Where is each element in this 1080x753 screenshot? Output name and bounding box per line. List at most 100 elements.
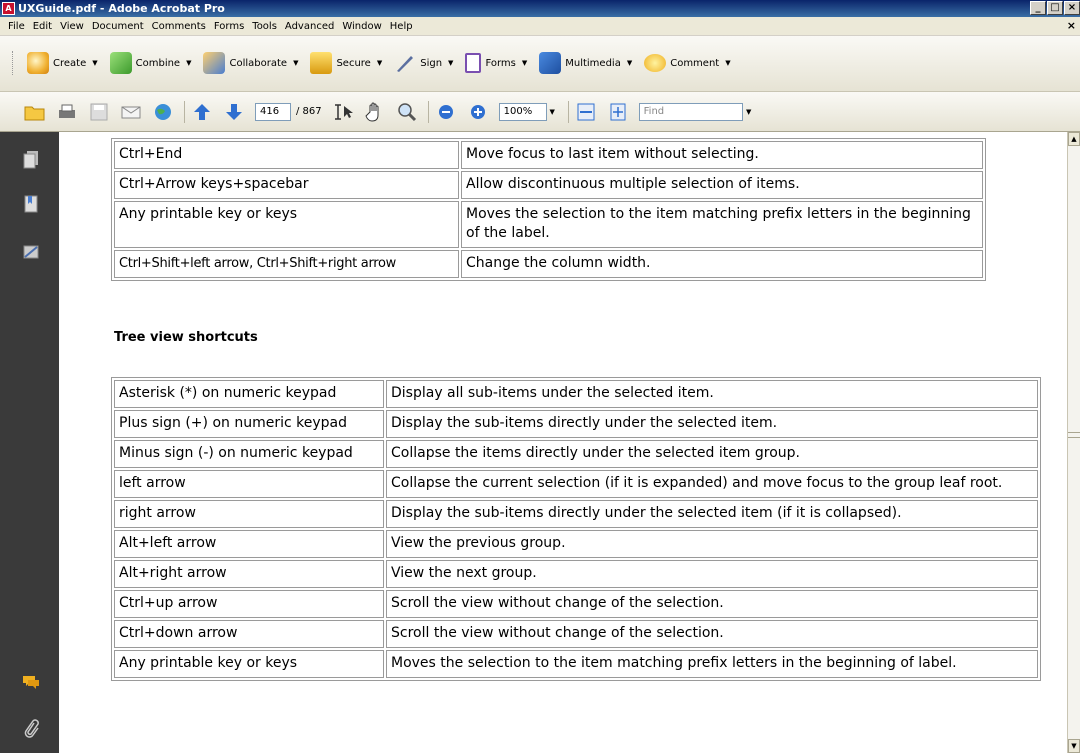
page-total-label: / 867	[296, 106, 322, 117]
page-number-input[interactable]: 416	[255, 102, 291, 121]
find-dropdown-icon[interactable]: ▼	[743, 108, 755, 116]
open-folder-icon[interactable]	[24, 102, 46, 122]
combine-icon	[109, 52, 132, 74]
menu-forms[interactable]: Forms	[210, 21, 248, 32]
save-icon[interactable]	[88, 102, 110, 122]
collaborate-button[interactable]: Collaborate ▼	[197, 51, 304, 75]
menu-help[interactable]: Help	[386, 21, 417, 32]
table-cell: Display all sub-items under the selected…	[386, 380, 1038, 408]
zoom-out-icon[interactable]	[435, 102, 457, 122]
forms-button[interactable]: Forms ▼	[459, 51, 533, 75]
vertical-scrollbar[interactable]: ▲ ▼	[1067, 132, 1080, 753]
bookmarks-icon[interactable]	[22, 194, 40, 214]
sign-button[interactable]: Sign ▼	[388, 51, 459, 75]
next-page-icon[interactable]	[223, 102, 245, 122]
tree-view-shortcuts-table: Asterisk (*) on numeric keypad Display a…	[111, 377, 1041, 681]
menu-bar: File Edit View Document Comments Forms T…	[0, 17, 1080, 36]
table-cell: Display the sub-items directly under the…	[386, 410, 1038, 438]
comment-button[interactable]: Comment ▼	[638, 51, 736, 75]
title-bar[interactable]: A UXGuide.pdf - Adobe Acrobat Pro _ □ ×	[0, 0, 1080, 17]
navigation-toolbar: 416 / 867 100% ▼ Find ▼	[0, 92, 1080, 132]
chevron-down-icon: ▼	[376, 59, 383, 67]
find-input[interactable]: Find	[638, 102, 743, 121]
scroll-up-button[interactable]: ▲	[1068, 132, 1080, 146]
table-cell: Minus sign (-) on numeric keypad	[114, 440, 384, 468]
maximize-button[interactable]: □	[1047, 1, 1063, 15]
fit-width-icon[interactable]	[575, 102, 597, 122]
combine-button[interactable]: Combine ▼	[104, 51, 198, 75]
menu-view[interactable]: View	[56, 21, 88, 32]
table-cell: Scroll the view without change of the se…	[386, 620, 1038, 648]
attachment-icon[interactable]	[22, 718, 40, 738]
table-cell: Plus sign (+) on numeric keypad	[114, 410, 384, 438]
toolbar-separator	[567, 100, 569, 123]
navigation-panel	[0, 132, 59, 753]
document-page[interactable]: Ctrl+End Move focus to last item without…	[59, 132, 1067, 753]
chevron-down-icon: ▼	[448, 59, 454, 67]
table-cell: left arrow	[114, 470, 384, 498]
table-row: Alt+right arrow View the next group.	[114, 560, 1038, 588]
window-title: UXGuide.pdf - Adobe Acrobat Pro	[18, 2, 225, 15]
menu-file[interactable]: File	[4, 21, 29, 32]
multimedia-icon	[539, 52, 562, 74]
zoom-in-icon[interactable]	[467, 102, 489, 122]
table-cell: Any printable key or keys	[114, 650, 384, 678]
table-row: Any printable key or keys Moves the sele…	[114, 201, 983, 248]
table-cell: View the next group.	[386, 560, 1038, 588]
comment-label: Comment	[670, 57, 720, 69]
secure-label: Secure	[336, 57, 371, 69]
table-cell: Move focus to last item without selectin…	[461, 141, 983, 169]
comments-icon[interactable]	[22, 672, 40, 692]
chevron-down-icon: ▼	[725, 59, 731, 67]
toolbar-separator	[184, 100, 185, 123]
email-icon[interactable]	[120, 102, 142, 122]
multimedia-button[interactable]: Multimedia ▼	[533, 51, 638, 75]
chevron-down-icon: ▼	[626, 59, 633, 67]
table-cell: Ctrl+End	[114, 141, 459, 169]
fit-page-icon[interactable]	[607, 102, 629, 122]
scroll-thumb-grip[interactable]	[1068, 432, 1080, 438]
print-icon[interactable]	[56, 102, 78, 122]
zoom-dropdown-icon[interactable]: ▼	[547, 103, 558, 121]
zoom-tool-icon[interactable]	[396, 102, 418, 122]
menu-tools[interactable]: Tools	[248, 21, 281, 32]
table-row: Minus sign (-) on numeric keypad Collaps…	[114, 440, 1038, 468]
create-button[interactable]: Create ▼	[21, 51, 104, 75]
multimedia-label: Multimedia	[565, 57, 621, 69]
forms-label: Forms	[485, 57, 516, 69]
close-document-button[interactable]: ×	[1067, 19, 1076, 32]
select-text-tool-icon[interactable]	[332, 102, 354, 122]
table-row: Alt+left arrow View the previous group.	[114, 530, 1038, 558]
table-row: right arrow Display the sub-items direct…	[114, 500, 1038, 528]
menu-edit[interactable]: Edit	[29, 21, 56, 32]
table-cell: View the previous group.	[386, 530, 1038, 558]
menu-window[interactable]: Window	[338, 21, 385, 32]
scroll-down-button[interactable]: ▼	[1068, 739, 1080, 753]
table-cell: Display the sub-items directly under the…	[386, 500, 1038, 528]
table-cell: Scroll the view without change of the se…	[386, 590, 1038, 618]
table-row: left arrow Collapse the current selectio…	[114, 470, 1038, 498]
table-cell: Ctrl+Shift+left arrow, Ctrl+Shift+right …	[114, 250, 459, 278]
table-row: Ctrl+down arrow Scroll the view without …	[114, 620, 1038, 648]
signatures-icon[interactable]	[22, 242, 40, 262]
section-heading: Tree view shortcuts	[114, 330, 258, 345]
pages-icon[interactable]	[22, 150, 40, 170]
toolbar-separator	[427, 100, 429, 123]
secure-button[interactable]: Secure ▼	[304, 51, 388, 75]
create-icon	[27, 52, 49, 74]
hand-tool-icon[interactable]	[364, 102, 386, 122]
table-cell: Ctrl+down arrow	[114, 620, 384, 648]
zoom-level-field[interactable]: 100%	[498, 102, 547, 121]
menu-document[interactable]: Document	[88, 21, 148, 32]
collaborate-label: Collaborate	[229, 57, 288, 69]
menu-comments[interactable]: Comments	[148, 21, 210, 32]
close-window-button[interactable]: ×	[1064, 1, 1080, 15]
previous-page-icon[interactable]	[191, 102, 213, 122]
table-cell: Ctrl+Arrow keys+spacebar	[114, 171, 459, 199]
table-row: Asterisk (*) on numeric keypad Display a…	[114, 380, 1038, 408]
window-controls: _ □ ×	[1030, 1, 1080, 15]
globe-icon[interactable]	[152, 102, 174, 122]
menu-advanced[interactable]: Advanced	[281, 21, 338, 32]
minimize-button[interactable]: _	[1030, 1, 1046, 15]
toolbar-grip[interactable]	[12, 51, 15, 75]
